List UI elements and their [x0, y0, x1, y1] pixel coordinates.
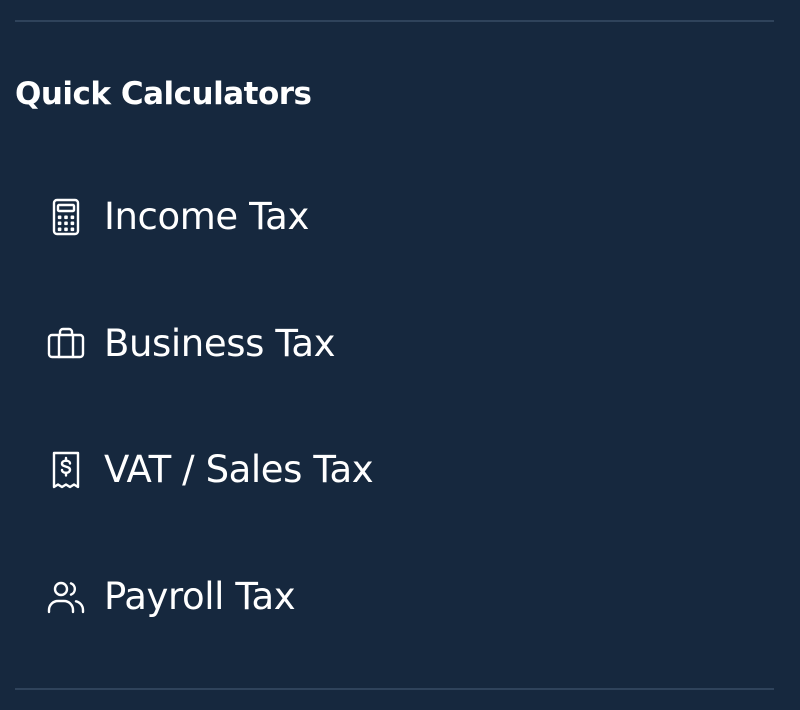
sidebar-item-payroll-tax[interactable]: Payroll Tax — [30, 557, 770, 637]
sidebar-item-business-tax[interactable]: Business Tax — [30, 304, 770, 384]
sidebar-item-vat-sales-tax[interactable]: VAT / Sales Tax — [30, 430, 770, 510]
sidebar-item-label: VAT / Sales Tax — [104, 448, 374, 491]
quick-calculators-menu: Income Tax Business Tax VAT / Sales Tax — [0, 0, 800, 710]
sidebar-item-label: Income Tax — [104, 195, 309, 238]
users-icon — [46, 577, 86, 617]
sidebar-item-label: Payroll Tax — [104, 575, 296, 618]
receipt-dollar-icon — [46, 450, 86, 490]
sidebar-item-income-tax[interactable]: Income Tax — [30, 177, 770, 257]
calculator-icon — [46, 197, 86, 237]
briefcase-icon — [46, 324, 86, 364]
bottom-divider — [15, 688, 774, 690]
sidebar-item-label: Business Tax — [104, 322, 336, 365]
